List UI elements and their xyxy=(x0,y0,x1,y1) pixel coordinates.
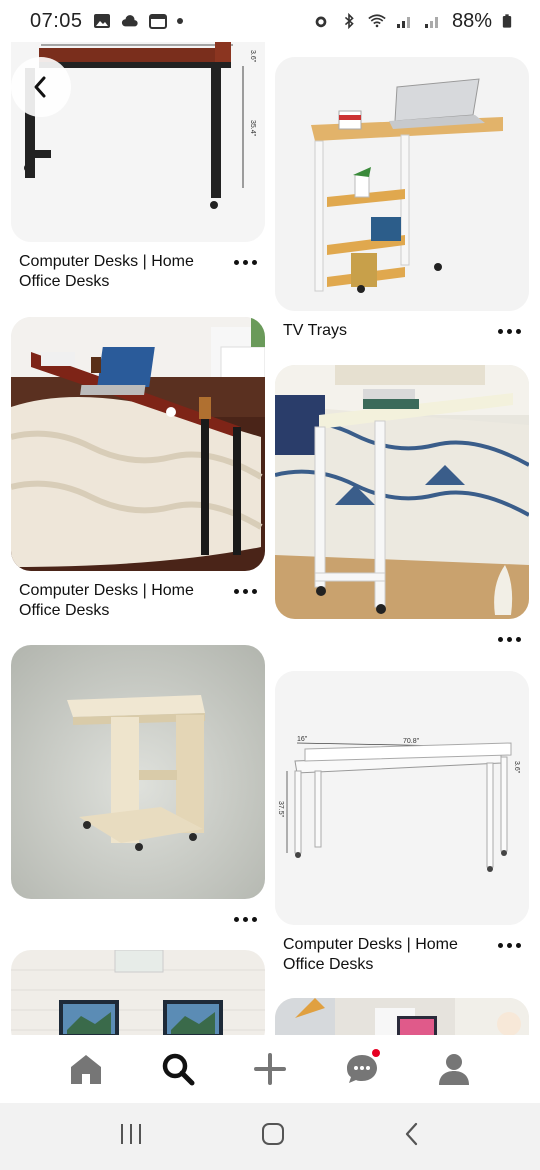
recent-apps-button[interactable] xyxy=(118,1122,144,1151)
pin-card[interactable]: TV Trays xyxy=(275,57,529,341)
battery-percent: 88% xyxy=(451,9,492,32)
pin-card[interactable] xyxy=(275,998,529,1035)
nav-profile[interactable] xyxy=(424,1039,484,1099)
notification-badge xyxy=(372,1049,380,1057)
status-time: 07:05 xyxy=(30,9,83,32)
dimension-rail-label: 3.6" xyxy=(513,761,520,774)
more-options-button[interactable] xyxy=(234,252,257,265)
pin-title[interactable]: TV Trays xyxy=(283,321,347,341)
signal-icon-2 xyxy=(424,17,438,28)
nav-home[interactable] xyxy=(56,1039,116,1099)
battery-icon xyxy=(502,14,512,28)
pin-image[interactable] xyxy=(11,950,265,1035)
nav-messages[interactable] xyxy=(332,1039,392,1099)
more-options-button[interactable] xyxy=(498,935,521,948)
cloud-icon xyxy=(121,15,138,27)
more-options-button[interactable] xyxy=(234,581,257,594)
pin-card[interactable] xyxy=(11,645,265,922)
bluetooth-icon xyxy=(344,13,354,29)
pin-card[interactable]: 16" 70.8" 37.5" 3.6" Computer Desks | Ho… xyxy=(275,671,529,975)
back-arrow-icon xyxy=(405,1122,418,1146)
more-options-button[interactable] xyxy=(498,629,521,642)
pin-card[interactable] xyxy=(11,950,265,1035)
dimension-height-label: 37.5" xyxy=(277,801,284,818)
plus-icon xyxy=(254,1053,286,1085)
pin-feed[interactable]: 35.4" 3.6" Computer Desks | Home Office … xyxy=(0,40,540,1035)
bottom-navigation xyxy=(0,1035,540,1103)
dimension-rail-label: 3.6" xyxy=(249,50,256,63)
system-navigation-bar xyxy=(0,1103,540,1170)
signal-icon xyxy=(396,17,410,28)
more-options-button[interactable] xyxy=(234,909,257,922)
pin-image[interactable] xyxy=(11,317,265,571)
more-options-button[interactable] xyxy=(498,321,521,334)
pin-card[interactable]: Computer Desks | Home Office Desks xyxy=(11,317,265,621)
gallery-icon xyxy=(93,14,110,28)
dimension-width-label: 70.8" xyxy=(403,738,420,745)
pin-title[interactable]: Computer Desks | Home Office Desks xyxy=(19,581,219,621)
back-system-button[interactable] xyxy=(402,1121,422,1152)
nav-search[interactable] xyxy=(148,1039,208,1099)
chevron-left-icon xyxy=(34,76,46,98)
alarm-icon xyxy=(315,16,327,28)
pin-image[interactable]: 16" 70.8" 37.5" 3.6" xyxy=(275,671,529,925)
chat-bubble-icon xyxy=(347,1055,377,1083)
dimension-depth-label: 16" xyxy=(297,736,308,743)
status-bar: 07:05 88% xyxy=(0,0,540,42)
dimension-height-label: 35.4" xyxy=(249,120,256,137)
nav-create[interactable] xyxy=(240,1039,300,1099)
pin-title[interactable]: Computer Desks | Home Office Desks xyxy=(19,252,219,292)
search-icon xyxy=(162,1053,195,1086)
pin-image[interactable] xyxy=(275,365,529,619)
pin-image[interactable] xyxy=(275,998,529,1035)
back-button[interactable] xyxy=(11,57,71,117)
home-square-icon xyxy=(262,1123,284,1145)
calendar-icon xyxy=(148,14,167,29)
profile-icon xyxy=(439,1054,469,1085)
recent-apps-icon xyxy=(121,1124,141,1144)
pin-card[interactable] xyxy=(275,365,529,642)
pin-image[interactable] xyxy=(275,57,529,311)
home-icon xyxy=(71,1055,101,1084)
pin-title[interactable]: Computer Desks | Home Office Desks xyxy=(283,935,483,975)
notification-dot xyxy=(176,18,183,24)
pin-image[interactable] xyxy=(11,645,265,899)
wifi-icon xyxy=(368,14,386,28)
home-system-button[interactable] xyxy=(260,1121,286,1152)
